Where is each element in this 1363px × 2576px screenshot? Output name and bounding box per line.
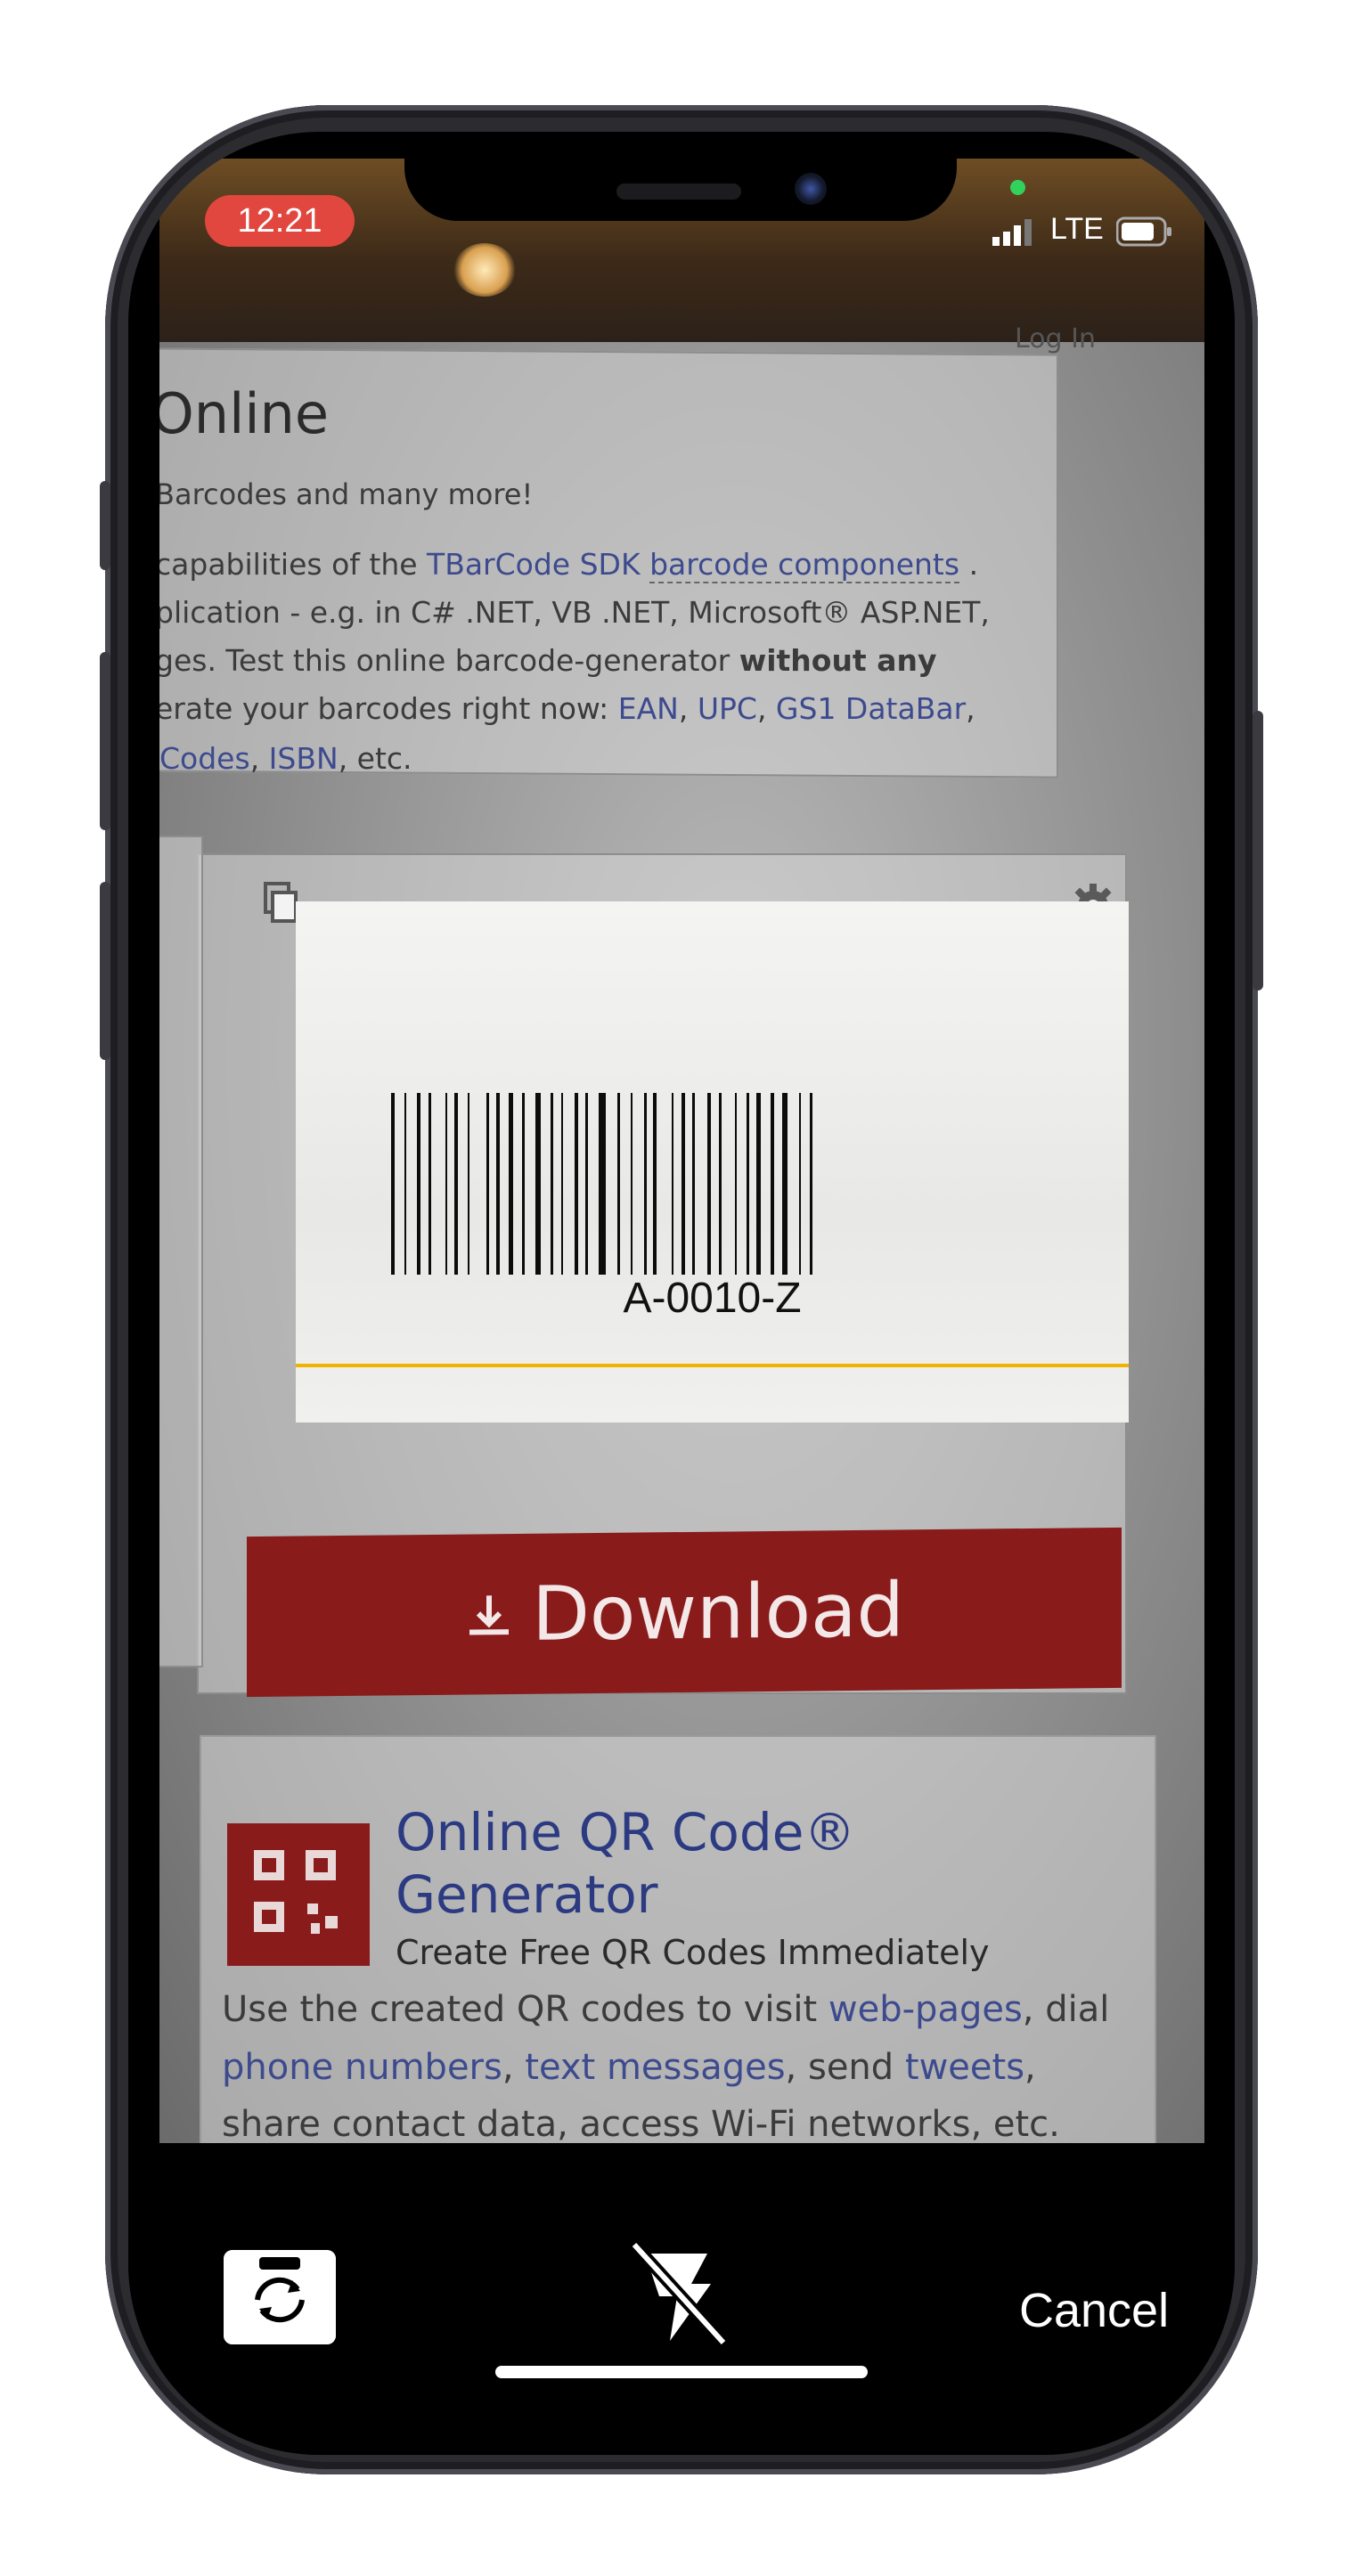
status-time[interactable]: 12:21: [205, 195, 355, 247]
barcode-bar: [486, 1093, 490, 1275]
barcode-bar: [672, 1093, 673, 1275]
barcode-bar: [509, 1093, 514, 1275]
notch: [404, 132, 957, 221]
qr-body-line-1: Use the created QR codes to visit web-pa…: [222, 1989, 1110, 2030]
barcode-bar: [771, 1093, 775, 1275]
barcode-bar: [798, 1093, 801, 1275]
cancel-button[interactable]: Cancel: [1019, 2283, 1169, 2338]
barcode-bar: [535, 1093, 541, 1275]
page-paragraph-line-3: ges. Test this online barcode-generator …: [159, 643, 937, 678]
barcode-text: A-0010-Z: [623, 1275, 802, 1322]
barcode-bar: [454, 1093, 459, 1275]
barcode-bar: [561, 1093, 564, 1275]
barcode-bar: [781, 1093, 788, 1275]
page-subheading: Barcodes and many more!: [159, 477, 534, 511]
home-indicator[interactable]: [495, 2366, 868, 2378]
page-heading: Online: [159, 381, 329, 446]
page-paragraph-line-2: plication - e.g. in C# .NET, VB .NET, Mi…: [159, 595, 990, 630]
barcode-bar: [445, 1093, 447, 1275]
page-left-panel: [159, 836, 203, 1667]
battery-icon: [1115, 216, 1173, 247]
barcode-bar: [681, 1093, 685, 1275]
page-paragraph-line-4: erate your barcodes right now: EAN, UPC,…: [159, 691, 975, 726]
barcode-bar: [550, 1093, 553, 1275]
barcode-bar: [404, 1093, 406, 1275]
page-login-link: Log In: [1015, 323, 1096, 355]
scan-window: A-0010-Z: [296, 901, 1129, 1423]
volume-down-button: [100, 882, 110, 1060]
barcode-bar: [692, 1093, 696, 1275]
barcode-bar: [574, 1093, 578, 1275]
qr-body-line-2: phone numbers, text messages, send tweet…: [222, 2047, 1036, 2088]
page-download-label: Download: [247, 1559, 1122, 1660]
barcode-bar: [599, 1093, 607, 1275]
earpiece-speaker: [616, 183, 741, 200]
barcode-bar: [653, 1093, 657, 1275]
camera-rotate-icon: [224, 2250, 336, 2344]
qr-title-line-2: Generator: [396, 1864, 658, 1925]
barcode-bar: [428, 1093, 431, 1275]
camera-in-use-indicator: [1010, 180, 1025, 195]
barcode-bar: [735, 1093, 738, 1275]
download-icon: [464, 1570, 514, 1659]
barcode-bar: [630, 1093, 633, 1275]
screen: Log In Online Barcodes and many more! ca…: [128, 132, 1235, 2455]
barcode: [391, 1093, 999, 1275]
page-download-button: Download: [247, 1527, 1122, 1698]
copy-icon: [264, 882, 299, 925]
barcode-bar: [495, 1093, 500, 1275]
flash-toggle-button[interactable]: [627, 2238, 734, 2347]
barcode-bar: [706, 1093, 711, 1275]
barcode-bar: [417, 1093, 421, 1275]
qr-title-line-1: Online QR Code®: [396, 1802, 856, 1863]
page-paragraph-line-1: capabilities of the TBarCode SDK barcode…: [159, 547, 979, 583]
qr-body-line-3: share contact data, access Wi-Fi network…: [222, 2104, 1060, 2143]
barcode-bar: [617, 1093, 621, 1275]
barcode-bar: [391, 1093, 395, 1275]
barcode-bar: [747, 1093, 749, 1275]
page-paragraph-line-5: Codes, ISBN, etc.: [159, 741, 412, 776]
barcode-bar: [643, 1093, 647, 1275]
front-camera-icon: [795, 173, 827, 205]
barcode-bar: [810, 1093, 813, 1275]
qr-code-icon: [227, 1823, 370, 1966]
barcode-bar: [468, 1093, 470, 1275]
volume-up-button: [100, 652, 110, 830]
flip-camera-button[interactable]: [224, 2250, 336, 2344]
mute-switch: [100, 481, 110, 570]
qr-subtitle: Create Free QR Codes Immediately: [396, 1933, 990, 1972]
power-button: [1253, 711, 1263, 990]
light-reflection: [453, 243, 516, 297]
signal-icon: [992, 217, 1037, 248]
barcode-bar: [522, 1093, 525, 1275]
barcode-bar: [718, 1093, 722, 1275]
scan-line: [296, 1364, 1129, 1367]
network-type: LTE: [1050, 212, 1104, 246]
flash-off-icon: [629, 2240, 729, 2347]
camera-preview: Log In Online Barcodes and many more! ca…: [159, 159, 1204, 2143]
barcode-bar: [755, 1093, 761, 1275]
barcode-bar: [585, 1093, 589, 1275]
